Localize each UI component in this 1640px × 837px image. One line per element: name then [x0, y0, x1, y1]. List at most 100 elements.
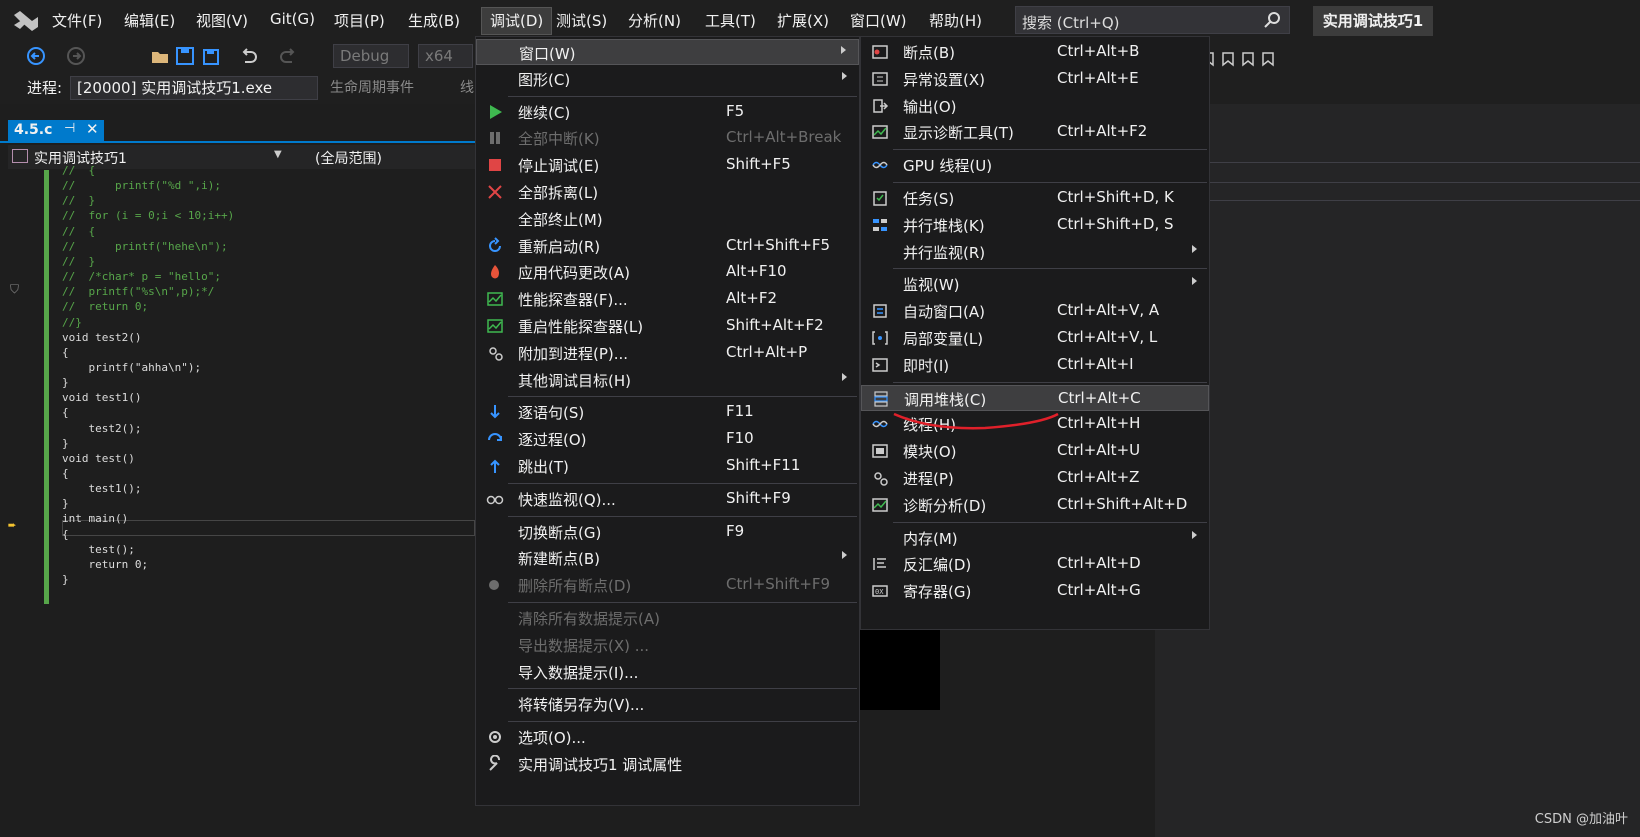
menu-item-debug-menu-17[interactable]: 切换断点(G) F9	[476, 519, 859, 545]
gear-icon	[489, 731, 501, 744]
search-input[interactable]: 搜索 (Ctrl+Q)	[1015, 6, 1290, 34]
menu-item-sub-menu-5[interactable]: 任务(S) Ctrl+Shift+D, K	[861, 185, 1209, 211]
menu-2[interactable]: 视图(V)	[196, 10, 248, 32]
submenu-arrow-icon	[1192, 530, 1197, 539]
menu-item-debug-menu-18[interactable]: 新建断点(B)	[476, 545, 859, 571]
redo-icon[interactable]	[278, 46, 300, 66]
forward-icon[interactable]	[66, 46, 88, 66]
menu-item-sub-menu-3[interactable]: 显示诊断工具(T) Ctrl+Alt+F2	[861, 119, 1209, 145]
close-icon[interactable]: ✕	[86, 120, 99, 138]
menu-item-sub-menu-11[interactable]: 即时(I) Ctrl+Alt+I	[861, 352, 1209, 378]
menu-4[interactable]: 项目(P)	[334, 10, 385, 32]
menu-item-debug-menu-22[interactable]: 导入数据提示(I)...	[476, 659, 859, 685]
process-select[interactable]: [20000] 实用调试技巧1.exe	[70, 76, 318, 100]
menu-item-debug-menu-25[interactable]: 实用调试技巧1 调试属性	[476, 751, 859, 777]
menu-item-sub-menu-2[interactable]: 输出(O)	[861, 93, 1209, 119]
visual-studio-logo-icon[interactable]	[12, 7, 40, 33]
menu-11[interactable]: 窗口(W)	[850, 10, 907, 32]
menu-item-sub-menu-0[interactable]: 断点(B) Ctrl+Alt+B	[861, 39, 1209, 65]
chevron-down-icon[interactable]: ▼	[274, 149, 282, 160]
menu-item-label: 调用堆栈(C)	[904, 390, 987, 409]
menu-item-debug-menu-23[interactable]: 将转储另存为(V)...	[476, 691, 859, 717]
menu-8[interactable]: 分析(N)	[628, 10, 681, 32]
code-editor[interactable]: ⛉ ➨ // {// printf("%d ",i);// }// for (i…	[0, 164, 475, 837]
code-line: // printf("%d ",i);	[62, 179, 221, 193]
menu-item-debug-menu-2[interactable]: 继续(C) F5	[476, 99, 859, 125]
menu-item-sub-menu-17[interactable]: 内存(M)	[861, 525, 1209, 551]
tab-4-5-c[interactable]: 4.5.c ⊣ ✕	[8, 120, 104, 142]
hot-reload-icon	[491, 265, 499, 279]
menu-item-debug-menu-15[interactable]: 跳出(T) Shift+F11	[476, 453, 859, 479]
solution-title[interactable]: 实用调试技巧1	[1313, 6, 1433, 36]
menu-item-sub-menu-15[interactable]: 进程(P) Ctrl+Alt+Z	[861, 465, 1209, 491]
menu-item-sub-menu-16[interactable]: 诊断分析(D) Ctrl+Shift+Alt+D	[861, 492, 1209, 518]
code-line: test();	[62, 542, 135, 556]
submenu-arrow-icon	[1192, 277, 1197, 286]
menu-item-shortcut: Ctrl+Shift+Alt+D	[1057, 494, 1188, 513]
menu-item-label: 新建断点(B)	[518, 550, 600, 569]
menu-0[interactable]: 文件(F)	[52, 10, 102, 32]
menu-item-debug-menu-12[interactable]: 其他调试目标(H)	[476, 367, 859, 393]
menu-item-debug-menu-24[interactable]: 选项(O)...	[476, 724, 859, 750]
back-icon[interactable]	[26, 46, 48, 66]
menu-item-shortcut: Alt+F10	[726, 262, 787, 281]
menu-item-debug-menu-6[interactable]: 全部终止(M)	[476, 206, 859, 232]
menu-item-sub-menu-8[interactable]: 监视(W)	[861, 271, 1209, 297]
bookmark-icons[interactable]	[1200, 50, 1300, 70]
window-submenu: 断点(B) Ctrl+Alt+B 异常设置(X) Ctrl+Alt+E 输出(O) 显示诊…	[860, 36, 1210, 630]
menu-item-label: 异常设置(X)	[903, 70, 985, 89]
menu-item-shortcut: Ctrl+Alt+V, L	[1057, 328, 1158, 346]
menu-item-sub-menu-18[interactable]: 反汇编(D) Ctrl+Alt+D	[861, 551, 1209, 577]
menu-item-label: 应用代码更改(A)	[518, 264, 630, 283]
menu-item-debug-menu-0[interactable]: 窗口(W)	[476, 39, 859, 65]
menu-item-shortcut: Ctrl+Alt+U	[1057, 441, 1141, 460]
menu-item-label: 逐过程(O)	[518, 431, 587, 450]
code-line: void test1()	[62, 391, 142, 405]
menu-1[interactable]: 编辑(E)	[124, 10, 175, 32]
menu-item-sub-menu-14[interactable]: 模块(O) Ctrl+Alt+U	[861, 438, 1209, 464]
menu-item-debug-menu-1[interactable]: 图形(C)	[476, 66, 859, 92]
menu-3[interactable]: Git(G)	[270, 10, 315, 32]
menu-item-sub-menu-10[interactable]: 局部变量(L) Ctrl+Alt+V, L	[861, 325, 1209, 351]
save-icon[interactable]	[175, 46, 197, 66]
scope-combo[interactable]: (全局范围)	[315, 148, 382, 168]
pin-icon[interactable]: ⊣	[64, 121, 75, 136]
menu-item-debug-menu-13[interactable]: 逐语句(S) F11	[476, 399, 859, 425]
menu-item-sub-menu-6[interactable]: 并行堆栈(K) Ctrl+Shift+D, S	[861, 212, 1209, 238]
menu-item-debug-menu-8[interactable]: 应用代码更改(A) Alt+F10	[476, 259, 859, 285]
platform-select[interactable]: x64	[418, 44, 473, 68]
menu-9[interactable]: 工具(T)	[705, 10, 756, 32]
menu-item-debug-menu-10[interactable]: 重启性能探查器(L) Shift+Alt+F2	[476, 313, 859, 339]
menu-item-debug-menu-9[interactable]: 性能探查器(F)... Alt+F2	[476, 286, 859, 312]
menu-item-debug-menu-4[interactable]: 停止调试(E) Shift+F5	[476, 152, 859, 178]
output-icon	[873, 98, 889, 113]
undo-icon[interactable]	[238, 46, 260, 66]
menu-item-sub-menu-19[interactable]: 0X 寄存器(G) Ctrl+Alt+G	[861, 578, 1209, 604]
menu-item-sub-menu-7[interactable]: 并行监视(R)	[861, 239, 1209, 265]
menu-item-debug-menu-14[interactable]: 逐过程(O) F10	[476, 426, 859, 452]
menu-item-label: 继续(C)	[518, 103, 571, 122]
menu-item-shortcut: Ctrl+Alt+I	[1057, 354, 1134, 373]
menu-10[interactable]: 扩展(X)	[777, 10, 829, 32]
menu-item-sub-menu-12[interactable]: 调用堆栈(C) Ctrl+Alt+C	[861, 384, 1209, 411]
threads-icon	[872, 421, 888, 428]
menu-12[interactable]: 帮助(H)	[929, 10, 982, 32]
menu-item-label: 模块(O)	[903, 443, 957, 462]
code-line: // return 0;	[62, 300, 149, 314]
menu-item-sub-menu-9[interactable]: 自动窗口(A) Ctrl+Alt+V, A	[861, 298, 1209, 324]
menu-item-debug-menu-5[interactable]: 全部拆离(L)	[476, 179, 859, 205]
lifecycle-events-button[interactable]: 生命周期事件	[330, 77, 414, 97]
menu-item-debug-menu-11[interactable]: 附加到进程(P)... Ctrl+Alt+P	[476, 340, 859, 366]
open-folder-icon[interactable]	[150, 46, 172, 66]
menu-item-debug-menu-7[interactable]: 重新启动(R) Ctrl+Shift+F5	[476, 233, 859, 259]
menu-item-sub-menu-4[interactable]: GPU 线程(U)	[861, 152, 1209, 178]
menu-item-shortcut: Shift+F9	[726, 488, 791, 507]
menu-5[interactable]: 生成(B)	[408, 10, 460, 32]
menu-item-sub-menu-1[interactable]: 异常设置(X) Ctrl+Alt+E	[861, 66, 1209, 92]
menu-7[interactable]: 测试(S)	[556, 10, 607, 32]
menu-item-debug-menu-16[interactable]: 快速监视(Q)... Shift+F9	[476, 486, 859, 512]
configuration-select[interactable]: Debug	[333, 44, 409, 68]
save-all-icon[interactable]	[200, 46, 222, 66]
menu-6[interactable]: 调试(D)	[481, 7, 553, 35]
menu-item-shortcut: Ctrl+Alt+V, A	[1057, 301, 1160, 320]
